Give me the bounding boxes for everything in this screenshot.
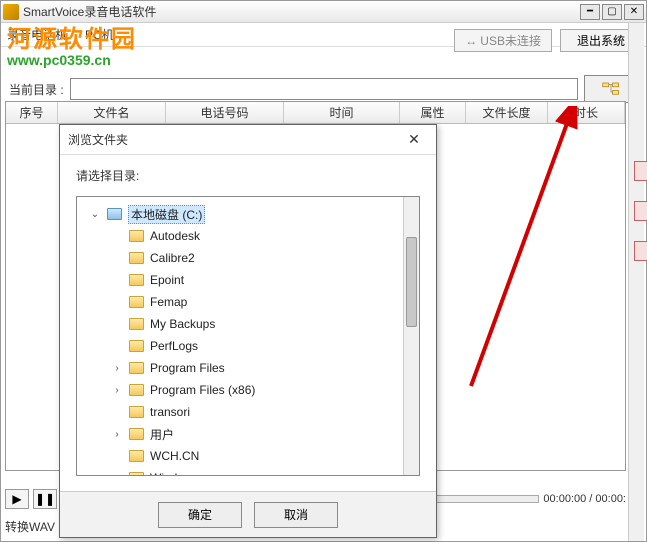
browse-dialog: 浏览文件夹 ✕ 请选择目录: ⌄ 本地磁盘 (C:) Autodesk Calib… [59,124,437,538]
tree-item-label: 用户 [150,426,174,443]
tree-item[interactable]: My Backups [81,313,415,335]
expand-icon[interactable]: › [111,363,123,374]
current-dir-label: 当前目录 : [9,81,64,98]
cancel-button[interactable]: 取消 [254,502,338,528]
tree-item[interactable]: Windows [81,467,415,476]
menu-recorder[interactable]: 录音电话机 [7,26,67,43]
tree-item-label: Program Files [150,361,225,375]
folder-icon [129,472,144,476]
tree-item-label: Femap [150,295,187,309]
folder-icon [129,252,144,264]
menu-pc[interactable]: PC机 [85,26,114,43]
collapse-icon[interactable]: ⌄ [89,209,101,220]
tree-item-label: Epoint [150,273,184,287]
maximize-button[interactable]: ▢ [602,4,622,20]
tree-item[interactable]: › Program Files [81,357,415,379]
expand-icon[interactable]: › [111,385,123,396]
play-button[interactable]: ▶ [5,489,29,509]
current-dir-input[interactable] [70,78,578,100]
tree-item[interactable]: WCH.CN [81,445,415,467]
tree-root[interactable]: ⌄ 本地磁盘 (C:) [81,203,415,225]
folder-icon [129,340,144,352]
usb-icon: ↔ [465,34,477,48]
folder-icon [129,296,144,308]
titlebar: SmartVoice录音电话软件 ━ ▢ ✕ [1,1,646,23]
tree-root-label[interactable]: 本地磁盘 (C:) [128,205,205,224]
dialog-prompt: 请选择目录: [60,155,436,192]
convert-label: 转换WAV [5,518,55,535]
minimize-button[interactable]: ━ [580,4,600,20]
col-length[interactable]: 文件长度 [466,102,548,123]
tree-item-label: transori [150,405,190,419]
col-phone[interactable]: 电话号码 [166,102,284,123]
tree-icon [602,82,620,96]
pause-button[interactable]: ❚❚ [33,489,57,509]
folder-icon [129,230,144,242]
tree-item-label: Calibre2 [150,251,195,265]
tree-item[interactable]: Calibre2 [81,247,415,269]
tree-item[interactable]: › Program Files (x86) [81,379,415,401]
tree-item-label: PerfLogs [150,339,198,353]
tree-item-label: Program Files (x86) [150,383,255,397]
folder-icon [129,406,144,418]
window-title: SmartVoice录音电话软件 [23,3,580,20]
tree-item[interactable]: Autodesk [81,225,415,247]
ok-button[interactable]: 确定 [158,502,242,528]
expand-icon[interactable]: › [111,429,123,440]
folder-icon [129,450,144,462]
col-time[interactable]: 时间 [284,102,400,123]
dialog-title: 浏览文件夹 [68,131,400,148]
tree-item-label: Windows [150,471,199,476]
tree-item-label: Autodesk [150,229,200,243]
usb-status: ↔ USB未连接 [454,29,552,52]
folder-tree[interactable]: ⌄ 本地磁盘 (C:) Autodesk Calibre2 Epoint Femap M… [76,196,420,476]
folder-icon [129,318,144,330]
app-icon [3,4,19,20]
tree-item[interactable]: Femap [81,291,415,313]
tree-scrollbar[interactable] [403,197,419,475]
grid-header: 序号 文件名 电话号码 时间 属性 文件长度 时长 [6,102,625,124]
folder-icon [129,274,144,286]
tree-item-label: My Backups [150,317,215,331]
close-button[interactable]: ✕ [624,4,644,20]
tree-item-label: WCH.CN [150,449,199,463]
folder-icon [129,384,144,396]
col-index[interactable]: 序号 [6,102,58,123]
tree-item[interactable]: transori [81,401,415,423]
col-duration[interactable]: 时长 [548,102,625,123]
tree-item[interactable]: › 用户 [81,423,415,445]
folder-icon [129,428,144,440]
right-fragment [634,161,647,361]
folder-icon [129,362,144,374]
usb-label: USB未连接 [480,32,541,49]
time-display: 00:00:00 / 00:00: [543,493,626,505]
tree-item[interactable]: PerfLogs [81,335,415,357]
drive-icon [107,208,122,220]
dialog-titlebar: 浏览文件夹 ✕ [60,125,436,155]
tree-item[interactable]: Epoint [81,269,415,291]
col-attr[interactable]: 属性 [400,102,466,123]
col-filename[interactable]: 文件名 [58,102,166,123]
dialog-close-button[interactable]: ✕ [400,130,428,150]
